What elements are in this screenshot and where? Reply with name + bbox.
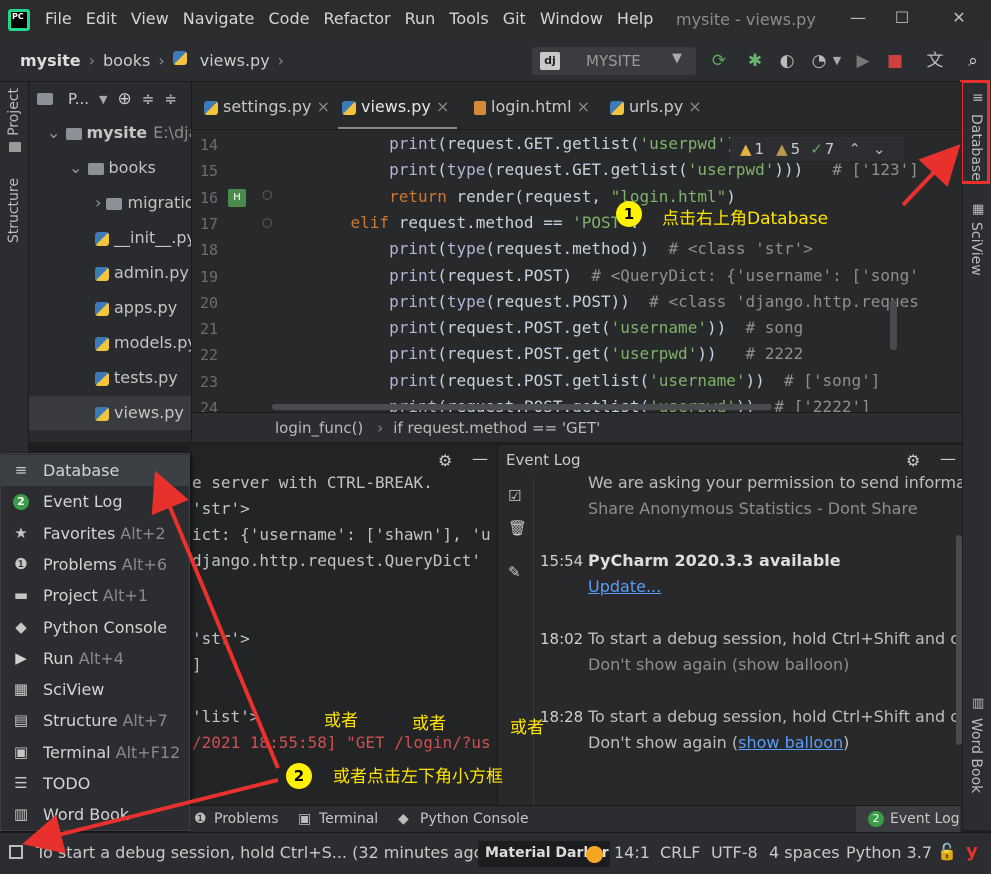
arrow-to-toggle-box: [22, 778, 279, 854]
annotation-or-3: 或者: [510, 718, 544, 738]
annotation-step-1-text: 点击右上角Database: [662, 209, 829, 229]
annotation-or-1: 或者: [324, 711, 358, 731]
annotation-step-1: 1: [616, 201, 642, 227]
annotation-arrows: [22, 144, 961, 854]
fold-icon[interactable]: ⬡: [262, 216, 272, 230]
arrow-to-database-tab: [901, 144, 961, 207]
fold-icon[interactable]: ⬡: [262, 188, 272, 202]
annotation-step-2-text: 或者点击左下角小方框: [333, 767, 503, 787]
arrow-to-database-item: [151, 470, 280, 769]
annotation-or-2: 或者: [412, 714, 446, 734]
annotation-step-2: 2: [286, 763, 312, 789]
